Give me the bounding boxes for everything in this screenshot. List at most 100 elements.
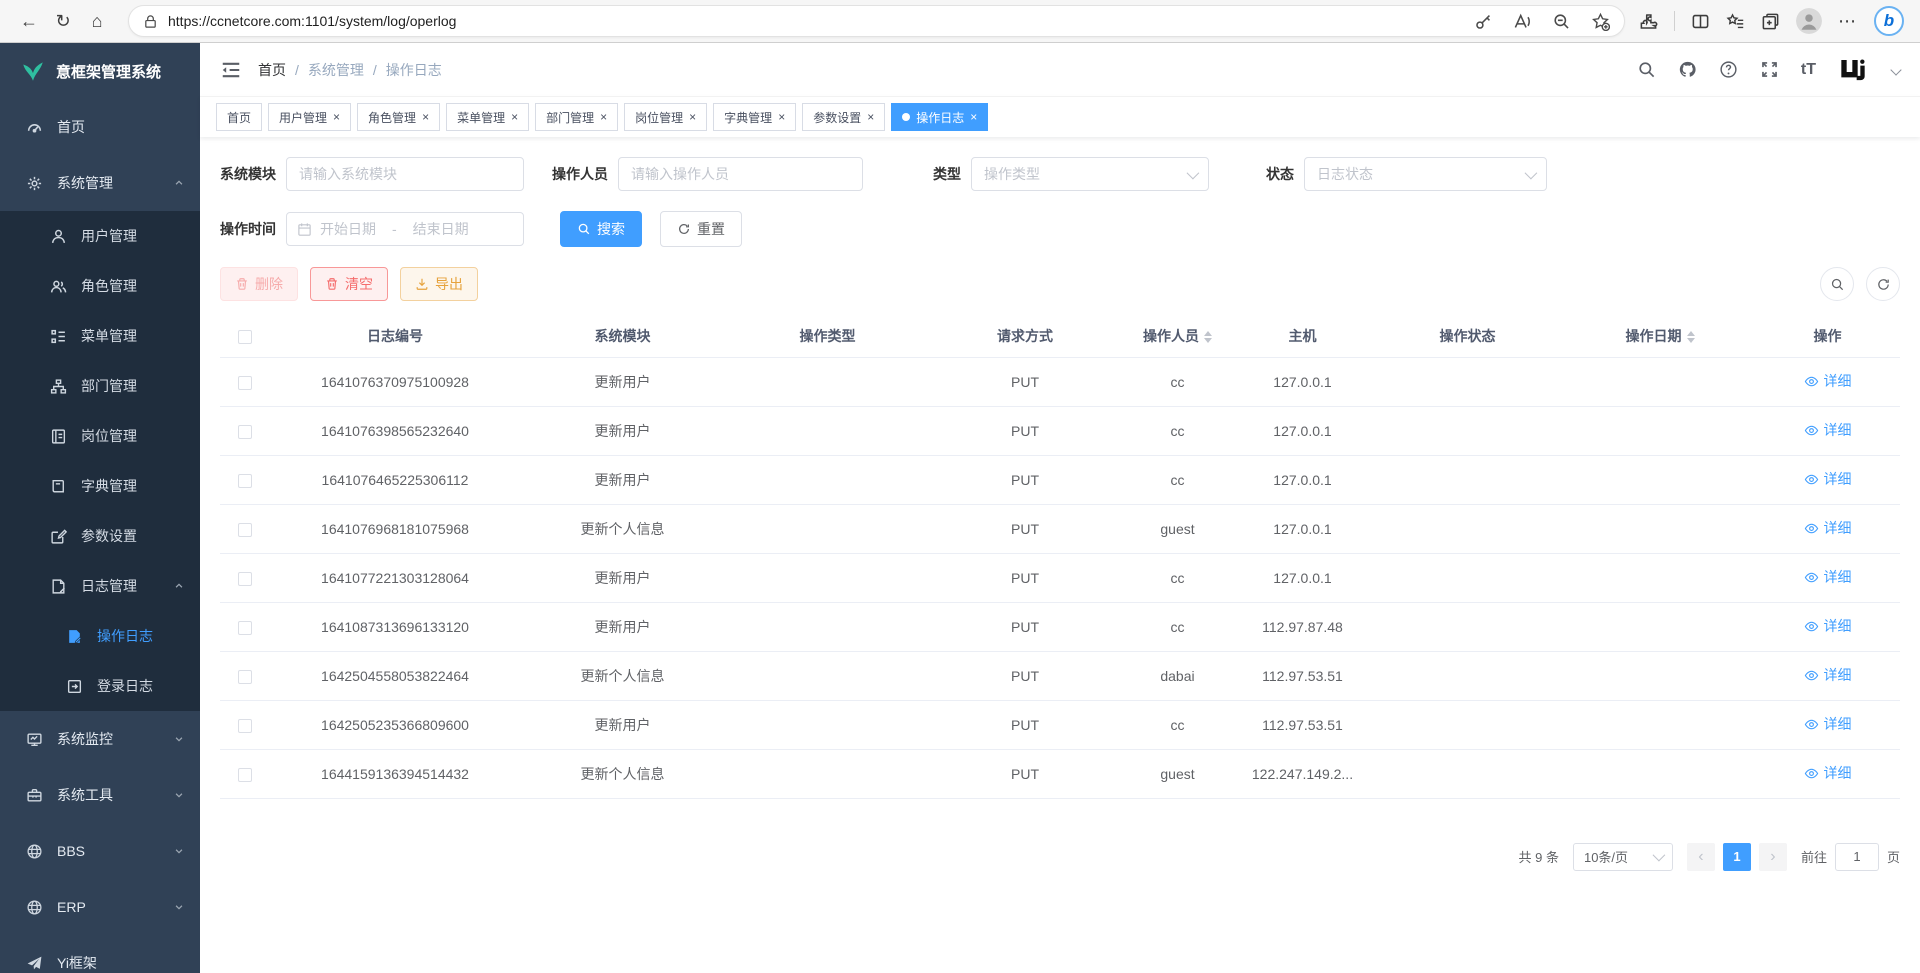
detail-link[interactable]: 详细 <box>1804 763 1852 783</box>
sidebar-item-system[interactable]: 系统管理 <box>0 155 200 211</box>
tab-menu-mgmt[interactable]: 菜单管理 <box>446 103 529 131</box>
back-icon[interactable]: ← <box>12 5 46 37</box>
sidebar-item-yiframework[interactable]: Yi框架 <box>0 935 200 973</box>
detail-link[interactable]: 详细 <box>1804 616 1852 636</box>
paper-plane-icon <box>26 955 43 972</box>
row-checkbox[interactable] <box>238 523 252 537</box>
prev-page-button[interactable] <box>1687 843 1715 871</box>
detail-link[interactable]: 详细 <box>1804 567 1852 587</box>
page-size-select[interactable]: 10条/页 <box>1573 843 1673 871</box>
close-icon[interactable] <box>778 111 785 123</box>
favorites-list-icon[interactable] <box>1726 12 1745 31</box>
read-aloud-icon[interactable] <box>1513 12 1532 31</box>
show-search-button[interactable] <box>1820 267 1854 301</box>
sidebar-item-login-log[interactable]: 登录日志 <box>0 661 200 711</box>
chevron-down-icon[interactable] <box>1890 64 1901 75</box>
status-filter-select[interactable]: 日志状态 <box>1304 157 1547 191</box>
breadcrumb-home[interactable]: 首页 <box>258 60 286 80</box>
type-filter-select[interactable]: 操作类型 <box>971 157 1209 191</box>
help-icon[interactable] <box>1719 60 1738 79</box>
detail-link[interactable]: 详细 <box>1804 469 1852 489</box>
sidebar-item-erp[interactable]: ERP <box>0 879 200 935</box>
address-bar[interactable]: https://ccnetcore.com:1101/system/log/op… <box>128 5 1625 37</box>
search-icon[interactable] <box>1637 60 1656 79</box>
book-icon <box>50 478 67 495</box>
detail-link[interactable]: 详细 <box>1804 371 1852 391</box>
goto-page-input[interactable] <box>1835 843 1879 871</box>
next-page-button[interactable] <box>1759 843 1787 871</box>
tab-operation-log[interactable]: 操作日志 <box>891 103 988 131</box>
home-icon[interactable]: ⌂ <box>80 5 114 37</box>
col-operator[interactable]: 操作人员 <box>1120 315 1235 357</box>
select-all-checkbox[interactable] <box>238 330 252 344</box>
close-icon[interactable] <box>333 111 340 123</box>
browser-menu-icon[interactable]: ⋯ <box>1838 11 1858 32</box>
search-button[interactable]: 搜索 <box>560 211 642 247</box>
password-key-icon[interactable] <box>1474 12 1493 31</box>
sidebar-item-operation-log[interactable]: 操作日志 <box>0 611 200 661</box>
profile-avatar[interactable] <box>1796 8 1822 34</box>
detail-link[interactable]: 详细 <box>1804 714 1852 734</box>
row-checkbox[interactable] <box>238 572 252 586</box>
tab-param-settings[interactable]: 参数设置 <box>802 103 885 131</box>
sidebar-item-logs[interactable]: 日志管理 <box>0 561 200 611</box>
tab-dept-mgmt[interactable]: 部门管理 <box>535 103 618 131</box>
tab-post-mgmt[interactable]: 岗位管理 <box>624 103 707 131</box>
sidebar-item-dictionary[interactable]: 字典管理 <box>0 461 200 511</box>
clear-button[interactable]: 清空 <box>310 267 388 301</box>
github-icon[interactable] <box>1678 60 1697 79</box>
close-icon[interactable] <box>689 111 696 123</box>
date-range-picker[interactable]: 开始日期 - 结束日期 <box>286 212 524 246</box>
module-filter-input[interactable] <box>286 157 524 191</box>
sidebar-item-tools[interactable]: 系统工具 <box>0 767 200 823</box>
close-icon[interactable] <box>600 111 607 123</box>
detail-link[interactable]: 详细 <box>1804 518 1852 538</box>
tab-home[interactable]: 首页 <box>216 103 262 131</box>
refresh-table-button[interactable] <box>1866 267 1900 301</box>
row-checkbox[interactable] <box>238 376 252 390</box>
tab-dict-mgmt[interactable]: 字典管理 <box>713 103 796 131</box>
row-checkbox[interactable] <box>238 621 252 635</box>
bing-chat-icon[interactable] <box>1874 6 1904 36</box>
sidebar-item-menus[interactable]: 菜单管理 <box>0 311 200 361</box>
fullscreen-icon[interactable] <box>1760 60 1779 79</box>
sidebar-item-home[interactable]: 首页 <box>0 99 200 155</box>
tab-user-mgmt[interactable]: 用户管理 <box>268 103 351 131</box>
reset-button[interactable]: 重置 <box>660 211 742 247</box>
row-checkbox[interactable] <box>238 719 252 733</box>
favorite-add-icon[interactable] <box>1591 12 1610 31</box>
font-size-icon[interactable]: tT <box>1801 61 1816 79</box>
refresh-icon[interactable]: ↻ <box>46 5 80 37</box>
row-checkbox[interactable] <box>238 474 252 488</box>
export-button[interactable]: 导出 <box>400 267 478 301</box>
sidebar-item-departments[interactable]: 部门管理 <box>0 361 200 411</box>
zoom-out-icon[interactable] <box>1552 12 1571 31</box>
collections-icon[interactable] <box>1761 12 1780 31</box>
user-logo-avatar[interactable] <box>1838 55 1868 85</box>
current-page[interactable]: 1 <box>1723 843 1751 871</box>
sidebar-item-posts[interactable]: 岗位管理 <box>0 411 200 461</box>
sidebar-item-monitor[interactable]: 系统监控 <box>0 711 200 767</box>
sidebar-item-parameters[interactable]: 参数设置 <box>0 511 200 561</box>
split-screen-icon[interactable] <box>1691 12 1710 31</box>
close-icon[interactable] <box>422 111 429 123</box>
close-icon[interactable] <box>970 111 977 123</box>
tab-role-mgmt[interactable]: 角色管理 <box>357 103 440 131</box>
row-checkbox[interactable] <box>238 670 252 684</box>
detail-link[interactable]: 详细 <box>1804 665 1852 685</box>
sidebar-item-users[interactable]: 用户管理 <box>0 211 200 261</box>
sort-icon[interactable] <box>1687 331 1695 343</box>
sidebar-item-bbs[interactable]: BBS <box>0 823 200 879</box>
detail-link[interactable]: 详细 <box>1804 420 1852 440</box>
delete-button[interactable]: 删除 <box>220 267 298 301</box>
close-icon[interactable] <box>511 111 518 123</box>
col-date[interactable]: 操作日期 <box>1565 315 1755 357</box>
sidebar-item-roles[interactable]: 角色管理 <box>0 261 200 311</box>
extensions-icon[interactable] <box>1639 12 1658 31</box>
close-icon[interactable] <box>867 111 874 123</box>
row-checkbox[interactable] <box>238 768 252 782</box>
row-checkbox[interactable] <box>238 425 252 439</box>
operator-filter-input[interactable] <box>618 157 863 191</box>
sort-icon[interactable] <box>1204 331 1212 343</box>
sidebar-fold-icon[interactable] <box>220 59 242 81</box>
